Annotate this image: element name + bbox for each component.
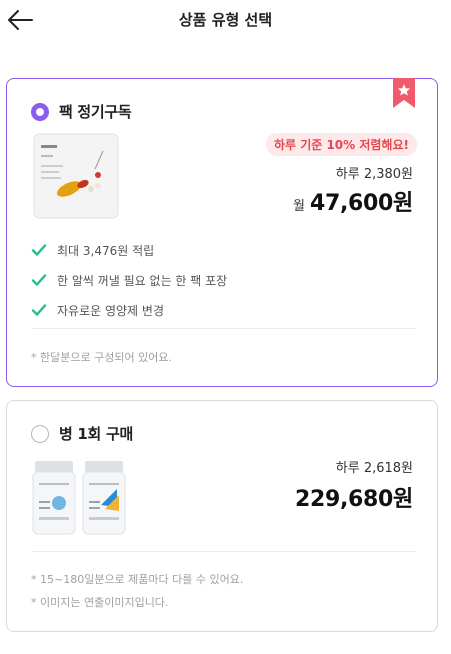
pack-daily-price: 하루 2,380원 xyxy=(335,167,413,182)
pack-option-title: 팩 정기구독 xyxy=(59,103,132,121)
page-title: 상품 유형 선택 xyxy=(178,11,273,29)
bottle-option-title: 병 1회 구매 xyxy=(59,425,133,443)
option-card-pack-subscription[interactable]: 팩 정기구독 하루 기준 10% 저렴해요! 하루 2,380원 월 47,60… xyxy=(6,78,438,387)
benefit-item: 한 알씩 꺼낼 필요 없는 한 팩 포장 xyxy=(31,265,415,295)
check-icon xyxy=(31,274,47,286)
star-ribbon-icon xyxy=(393,78,415,108)
benefit-item: 자유로운 영양제 변경 xyxy=(31,295,415,325)
bottle-total-price: 229,680원 xyxy=(294,487,413,512)
pack-radio-row[interactable]: 팩 정기구독 xyxy=(31,101,132,122)
benefit-list: 최대 3,476원 적립 한 알씩 꺼낼 필요 없는 한 팩 포장 자유로운 영… xyxy=(31,235,415,325)
divider xyxy=(31,551,415,552)
benefit-item: 최대 3,476원 적립 xyxy=(31,235,415,265)
pack-radio[interactable] xyxy=(31,102,49,121)
discount-badge: 하루 기준 10% 저렴해요! xyxy=(265,133,417,156)
monthly-prefix: 월 xyxy=(292,199,305,214)
bottle-note: * 15~180일분으로 제품마다 다를 수 있어요. xyxy=(31,573,244,586)
check-icon xyxy=(31,244,47,256)
bottle-product-image xyxy=(32,461,126,535)
bottle-note: * 이미지는 연출이미지입니다. xyxy=(31,596,169,609)
pack-product-image xyxy=(33,133,119,219)
bottle-daily-price: 하루 2,618원 xyxy=(335,461,413,476)
header: 상품 유형 선택 xyxy=(0,0,451,40)
benefit-text: 한 알씩 꺼낼 필요 없는 한 팩 포장 xyxy=(57,273,228,288)
pack-monthly-price: 월 47,600원 xyxy=(293,185,413,217)
bottle-radio-row[interactable]: 병 1회 구매 xyxy=(31,423,133,444)
divider xyxy=(31,328,415,329)
check-icon xyxy=(31,304,47,316)
pack-note: * 한달분으로 구성되어 있어요. xyxy=(31,351,172,364)
bottle-radio[interactable] xyxy=(31,424,49,443)
benefit-text: 자유로운 영양제 변경 xyxy=(57,303,164,318)
monthly-amount: 47,600원 xyxy=(309,191,413,216)
benefit-text: 최대 3,476원 적립 xyxy=(57,243,155,258)
option-card-bottle-purchase[interactable]: 병 1회 구매 하루 2,618원 229,680원 * 15~180일분으로 … xyxy=(6,400,438,632)
